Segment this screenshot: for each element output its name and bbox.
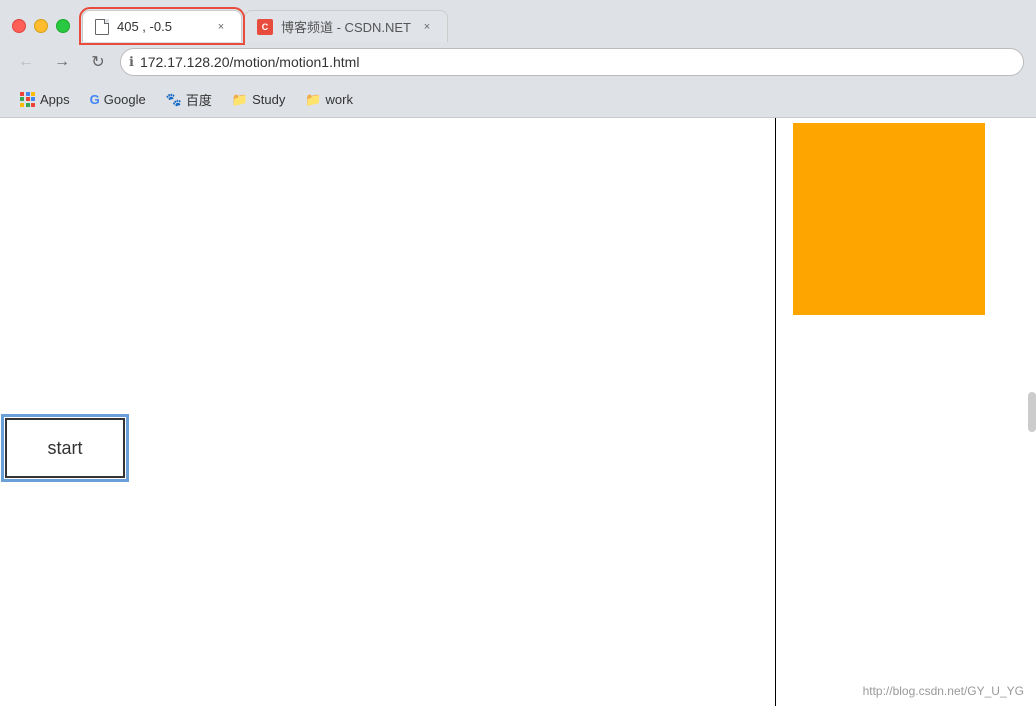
browser-chrome: 405 , -0.5 × C 博客频道 - CSDN.NET × ← → ↻ ℹ… — [0, 0, 1036, 118]
baidu-icon: 🐾 — [166, 92, 182, 108]
csdn-favicon: C — [257, 19, 273, 35]
orange-box — [793, 123, 985, 315]
scrollbar-thumb[interactable] — [1028, 392, 1036, 432]
traffic-lights — [12, 19, 70, 33]
back-icon: ← — [18, 53, 34, 71]
address-bar-row: ← → ↻ ℹ 172.17.128.20/motion/motion1.htm… — [0, 42, 1036, 84]
tab-csdn-title: 博客频道 - CSDN.NET — [281, 17, 411, 36]
apps-icon — [20, 92, 36, 108]
bookmark-study-label: Study — [252, 92, 285, 107]
start-button[interactable]: start — [5, 418, 125, 478]
tab-csdn-close[interactable]: × — [419, 19, 435, 35]
bookmark-google-label: Google — [104, 92, 146, 107]
page-content: start http://blog.csdn.net/GY_U_YG — [0, 118, 1036, 706]
bookmarks-bar: Apps G Google 🐾 百度 📁 Study 📁 work — [0, 84, 1036, 118]
forward-button[interactable]: → — [48, 48, 76, 76]
tab-page-icon — [95, 19, 109, 35]
forward-icon: → — [54, 53, 70, 71]
tab-active-close[interactable]: × — [213, 19, 229, 35]
work-folder-icon: 📁 — [305, 92, 321, 108]
status-bar: http://blog.csdn.net/GY_U_YG — [863, 684, 1024, 698]
refresh-icon: ↻ — [91, 52, 104, 72]
tab-bar: 405 , -0.5 × C 博客频道 - CSDN.NET × — [82, 10, 1024, 42]
traffic-light-yellow[interactable] — [34, 19, 48, 33]
study-folder-icon: 📁 — [232, 92, 248, 108]
bookmark-apps[interactable]: Apps — [12, 90, 78, 110]
bookmark-apps-label: Apps — [40, 92, 70, 107]
bookmark-study[interactable]: 📁 Study — [224, 90, 293, 110]
traffic-light-green[interactable] — [56, 19, 70, 33]
bookmark-baidu-label: 百度 — [186, 90, 212, 109]
vertical-divider — [775, 118, 776, 706]
refresh-button[interactable]: ↻ — [84, 48, 112, 76]
google-icon: G — [90, 92, 100, 107]
address-bar[interactable]: ℹ 172.17.128.20/motion/motion1.html — [120, 48, 1024, 76]
bookmark-work[interactable]: 📁 work — [297, 90, 361, 110]
bookmark-baidu[interactable]: 🐾 百度 — [158, 88, 220, 111]
tab-active[interactable]: 405 , -0.5 × — [82, 10, 242, 42]
bookmark-work-label: work — [326, 92, 353, 107]
back-button[interactable]: ← — [12, 48, 40, 76]
bookmark-google[interactable]: G Google — [82, 90, 154, 109]
info-icon: ℹ — [129, 54, 134, 70]
tab-active-title: 405 , -0.5 — [117, 19, 205, 34]
traffic-light-area: 405 , -0.5 × C 博客频道 - CSDN.NET × — [0, 0, 1036, 42]
url-display: 172.17.128.20/motion/motion1.html — [140, 54, 359, 70]
traffic-light-red[interactable] — [12, 19, 26, 33]
tab-csdn[interactable]: C 博客频道 - CSDN.NET × — [244, 10, 448, 42]
